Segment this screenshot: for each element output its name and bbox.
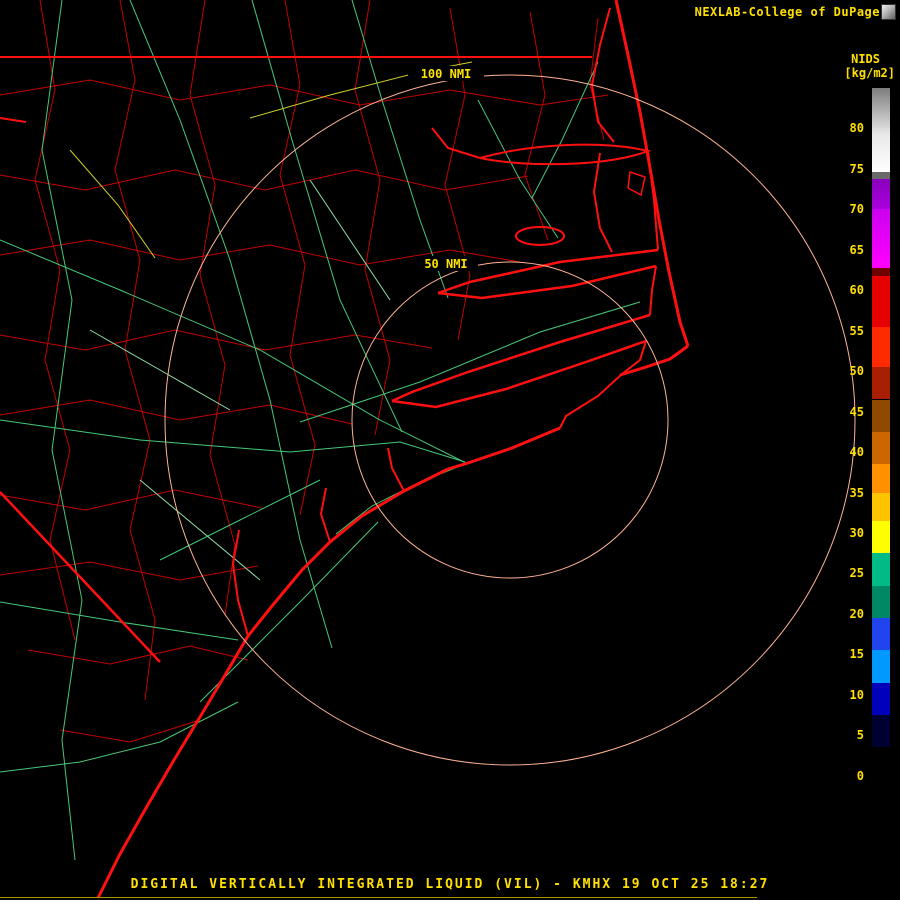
- nexlab-logo-icon: [881, 4, 896, 20]
- colorbar-tick-label: 70: [850, 203, 864, 215]
- colorbar-segment: [872, 327, 890, 367]
- colorbar-segment: [872, 618, 890, 650]
- colorbar-segment: [872, 276, 890, 327]
- range-ring-labels: 50 NMI 100 NMI: [408, 66, 484, 271]
- colorbar-tick-label: 15: [850, 648, 864, 660]
- product-caption: DIGITAL VERTICALLY INTEGRATED LIQUID (VI…: [0, 877, 900, 892]
- range-ring-100nmi: [165, 75, 855, 765]
- colorbar-tick-label: 30: [850, 527, 864, 539]
- colorbar-segment: [872, 715, 890, 747]
- colorbar-tick-label: 20: [850, 608, 864, 620]
- colorbar-tick-label: 55: [850, 325, 864, 337]
- colorbar-segment: [872, 493, 890, 521]
- caption-underline: [0, 897, 757, 898]
- colorbar-segment: [872, 179, 890, 210]
- colorbar-segment: [872, 683, 890, 715]
- colorbar-tick-label: 60: [850, 284, 864, 296]
- colorbar-segment: [872, 650, 890, 682]
- colorbar-segment: [872, 747, 890, 800]
- scale-title: NIDS: [851, 52, 880, 66]
- range-rings: [165, 75, 855, 765]
- brand-text: NEXLAB-College of DuPage: [695, 5, 880, 19]
- highways: [70, 62, 472, 258]
- roads: [0, 0, 640, 860]
- colorbar-segment: [872, 400, 890, 432]
- colorbar-segment: [872, 209, 890, 267]
- colorbar-segment: [872, 367, 890, 399]
- colorbar-tick-label: 80: [850, 122, 864, 134]
- scale-units: [kg/m2]: [844, 66, 895, 80]
- colorbar-tick-label: 65: [850, 244, 864, 256]
- colorbar-tick-label: 5: [857, 729, 864, 741]
- colorbar-tick-label: 40: [850, 446, 864, 458]
- colorbar-segment: [872, 88, 890, 172]
- colorbar-segment: [872, 586, 890, 618]
- colorbar-segment: [872, 432, 890, 464]
- colorbar-segment: [872, 521, 890, 553]
- colorbar-tick-label: 25: [850, 567, 864, 579]
- colorbar-tick-label: 35: [850, 487, 864, 499]
- ring-label-100nmi: 100 NMI: [421, 67, 472, 81]
- colorbar-tick-label: 0: [857, 770, 864, 782]
- colorbar-segment: [872, 268, 890, 276]
- colorbar-tick-label: 45: [850, 406, 864, 418]
- colorbar-segment: [872, 464, 890, 492]
- colorbar-tick-label: 10: [850, 689, 864, 701]
- colorbar-ticks: 80757065605550454035302520151050: [836, 88, 864, 800]
- range-ring-50nmi: [352, 262, 668, 578]
- radar-display: 50 NMI 100 NMI NEXLAB-College of DuPage …: [0, 0, 900, 900]
- colorbar: [872, 88, 890, 800]
- county-boundaries: [0, 0, 608, 742]
- radar-map: 50 NMI 100 NMI: [0, 0, 900, 900]
- colorbar-segment: [872, 553, 890, 585]
- ring-label-50nmi: 50 NMI: [424, 257, 467, 271]
- colorbar-tick-label: 75: [850, 163, 864, 175]
- colorbar-tick-label: 50: [850, 365, 864, 377]
